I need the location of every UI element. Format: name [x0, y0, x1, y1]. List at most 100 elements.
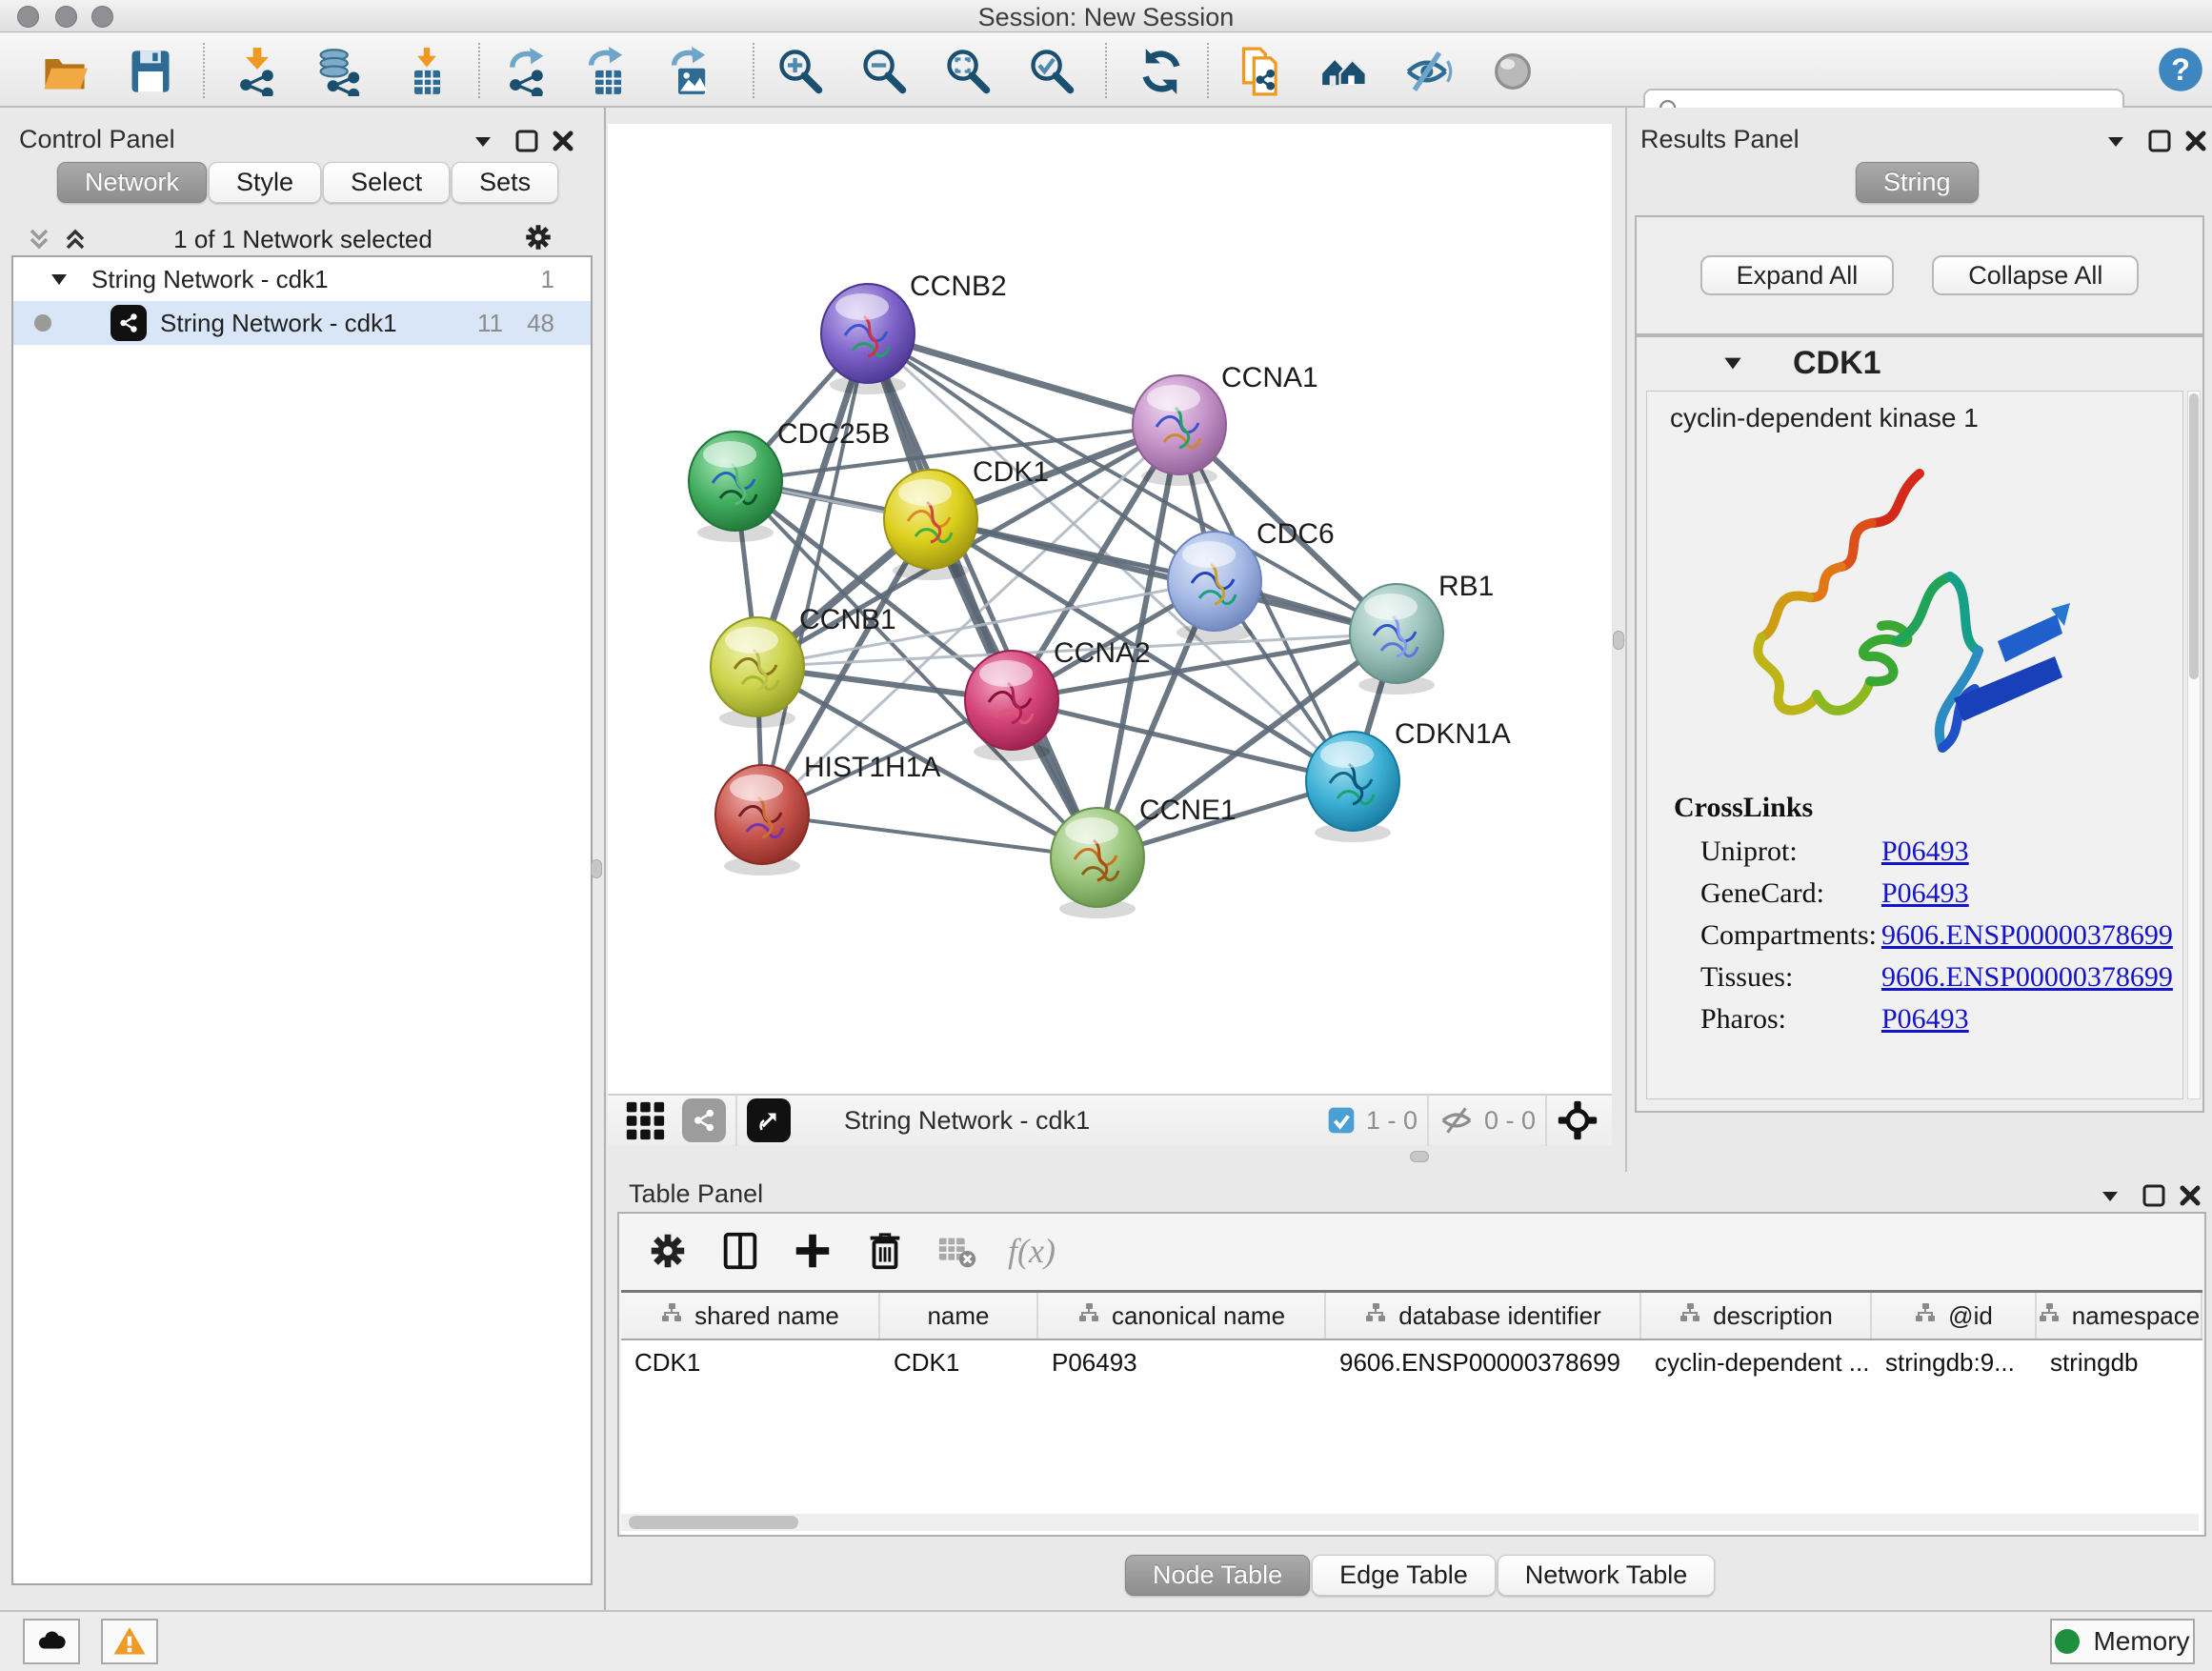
- table-panel-close-button[interactable]: [2174, 1179, 2206, 1212]
- node-label-CDKN1A: CDKN1A: [1395, 718, 1511, 750]
- column-header-database-identifier[interactable]: database identifier: [1326, 1293, 1641, 1339]
- zoom-in-button[interactable]: [775, 47, 825, 96]
- control-panel-float-button[interactable]: [511, 125, 543, 157]
- import-network-button[interactable]: [232, 47, 282, 96]
- table-cell: stringdb:9...: [1872, 1348, 2037, 1378]
- network-node-CCNE1[interactable]: CCNE1: [1051, 795, 1237, 918]
- delete-column-button[interactable]: [863, 1229, 907, 1273]
- network-node-CDKN1A[interactable]: CDKN1A: [1306, 718, 1511, 842]
- share-document-button[interactable]: [1237, 47, 1287, 96]
- crosslink-link[interactable]: 9606.ENSP00000378699: [1881, 961, 2173, 994]
- network-graph[interactable]: CCNB2CCNA1CDC25BCDK1CDC6RB1CCNB1CCNA2CDK…: [608, 124, 1612, 1094]
- zoom-out-button[interactable]: [859, 47, 909, 96]
- column-label: @id: [1948, 1301, 1993, 1331]
- help-button[interactable]: ?: [2156, 45, 2205, 94]
- network-node-CCNA2[interactable]: CCNA2: [965, 637, 1151, 761]
- results-scrollbar[interactable]: [2187, 391, 2201, 1099]
- table-cell: CDK1: [621, 1348, 880, 1378]
- tab-sets[interactable]: Sets: [452, 162, 558, 203]
- hide-panel-button[interactable]: [1404, 47, 1454, 96]
- tab-style[interactable]: Style: [209, 162, 321, 203]
- column-header-namespace[interactable]: namespace: [2037, 1293, 2202, 1339]
- cloud-status-button[interactable]: [23, 1619, 80, 1664]
- network-canvas[interactable]: CCNB2CCNA1CDC25BCDK1CDC6RB1CCNB1CCNA2CDK…: [608, 124, 1612, 1094]
- column-header-@id[interactable]: @id: [1872, 1293, 2037, 1339]
- table-panel-menu-button[interactable]: [2094, 1179, 2126, 1212]
- control-panel-menu-button[interactable]: [467, 125, 499, 157]
- application-window: Session: New Session: [0, 0, 2212, 1671]
- results-panel-float-button[interactable]: [2143, 125, 2176, 157]
- detach-view-button[interactable]: [747, 1098, 791, 1142]
- gray-eye-icon: [1488, 47, 1538, 96]
- collapse-all-button[interactable]: Collapse All: [1932, 255, 2139, 295]
- memory-status-dot: [2055, 1629, 2080, 1654]
- tab-network-table[interactable]: Network Table: [1498, 1555, 1716, 1596]
- column-header-canonical-name[interactable]: canonical name: [1038, 1293, 1326, 1339]
- show-panel-button[interactable]: [1488, 47, 1538, 96]
- network-options-gear-icon[interactable]: [522, 221, 554, 253]
- memory-button[interactable]: Memory: [2050, 1619, 2195, 1664]
- table-settings-gear-button[interactable]: [646, 1229, 690, 1273]
- expand-all-button[interactable]: Expand All: [1700, 255, 1895, 295]
- crosslink-link[interactable]: P06493: [1881, 836, 1969, 868]
- string-view-button[interactable]: [682, 1098, 726, 1142]
- vertical-splitter-handle[interactable]: [1613, 631, 1624, 650]
- results-panel-close-button[interactable]: [2180, 125, 2212, 157]
- export-table-button[interactable]: [583, 47, 633, 96]
- collection-expand-icon[interactable]: [48, 268, 70, 291]
- crosslink-link[interactable]: 9606.ENSP00000378699: [1881, 919, 2173, 952]
- zoom-selected-button[interactable]: [1027, 47, 1076, 96]
- hidden-eye-icon[interactable]: [1438, 1102, 1475, 1138]
- birds-eye-view-button[interactable]: [623, 1098, 667, 1142]
- column-tree-icon: [2038, 1301, 2061, 1331]
- delete-table-button[interactable]: [935, 1229, 979, 1273]
- tab-select[interactable]: Select: [323, 162, 450, 203]
- show-columns-button[interactable]: [718, 1229, 762, 1273]
- network-node-RB1[interactable]: RB1: [1350, 571, 1494, 695]
- add-column-button[interactable]: [791, 1229, 835, 1273]
- reset-view-crosshair-icon[interactable]: [1557, 1099, 1599, 1141]
- open-session-button[interactable]: [40, 47, 90, 96]
- vertical-splitter-handle[interactable]: [591, 859, 602, 878]
- zoom-fit-icon: [943, 47, 993, 96]
- network-node-HIST1H1A[interactable]: HIST1H1A: [715, 752, 940, 876]
- function-builder-button[interactable]: f(x): [1008, 1231, 1056, 1271]
- main-toolbar: ?: [0, 33, 2212, 108]
- horizontal-splitter-handle[interactable]: [1410, 1151, 1429, 1162]
- column-header-description[interactable]: description: [1641, 1293, 1872, 1339]
- tab-string[interactable]: String: [1856, 162, 1979, 203]
- network-node-CCNB1[interactable]: CCNB1: [711, 604, 896, 728]
- table-horizontal-scrollbar[interactable]: [621, 1514, 2199, 1531]
- selected-checkbox-icon[interactable]: [1326, 1105, 1357, 1136]
- floppy-disk-icon: [126, 47, 175, 96]
- network-collection-row[interactable]: String Network - cdk1 1: [13, 257, 591, 301]
- tab-edge-table[interactable]: Edge Table: [1312, 1555, 1496, 1596]
- import-network-from-database-button[interactable]: [313, 47, 363, 96]
- results-panel-menu-button[interactable]: [2100, 125, 2132, 157]
- control-panel-close-button[interactable]: [547, 125, 579, 157]
- homes-button[interactable]: [1320, 47, 1370, 96]
- protein-result-card: CDK1 cyclin-dependent kinase 1: [1635, 335, 2204, 1113]
- tab-network[interactable]: Network: [57, 162, 207, 203]
- export-network-button[interactable]: [502, 47, 552, 96]
- control-panel-tabs: NetworkStyleSelectSets: [57, 162, 560, 203]
- export-image-button[interactable]: [666, 47, 715, 96]
- results-panel: Results Panel String Expand All Collapse…: [1625, 108, 2212, 1172]
- refresh-button[interactable]: [1136, 47, 1186, 96]
- import-table-button[interactable]: [402, 47, 452, 96]
- warning-status-button[interactable]: [101, 1619, 158, 1664]
- network-node-CDC6[interactable]: CDC6: [1168, 518, 1335, 642]
- table-panel-float-button[interactable]: [2138, 1179, 2170, 1212]
- table-row[interactable]: CDK1CDK1P064939606.ENSP00000378699cyclin…: [621, 1340, 2202, 1384]
- save-session-button[interactable]: [126, 47, 175, 96]
- collapse-protein-icon[interactable]: [1720, 351, 1745, 375]
- column-header-shared-name[interactable]: shared name: [621, 1293, 880, 1339]
- zoom-fit-button[interactable]: [943, 47, 993, 96]
- toolbar-separator: [753, 43, 754, 98]
- crosslink-link[interactable]: P06493: [1881, 1003, 1969, 1036]
- network-row[interactable]: String Network - cdk1 11 48: [13, 301, 591, 345]
- crosslink-link[interactable]: P06493: [1881, 877, 1969, 910]
- node-label-CDC6: CDC6: [1257, 518, 1335, 550]
- column-header-name[interactable]: name: [880, 1293, 1038, 1339]
- tab-node-table[interactable]: Node Table: [1125, 1555, 1310, 1596]
